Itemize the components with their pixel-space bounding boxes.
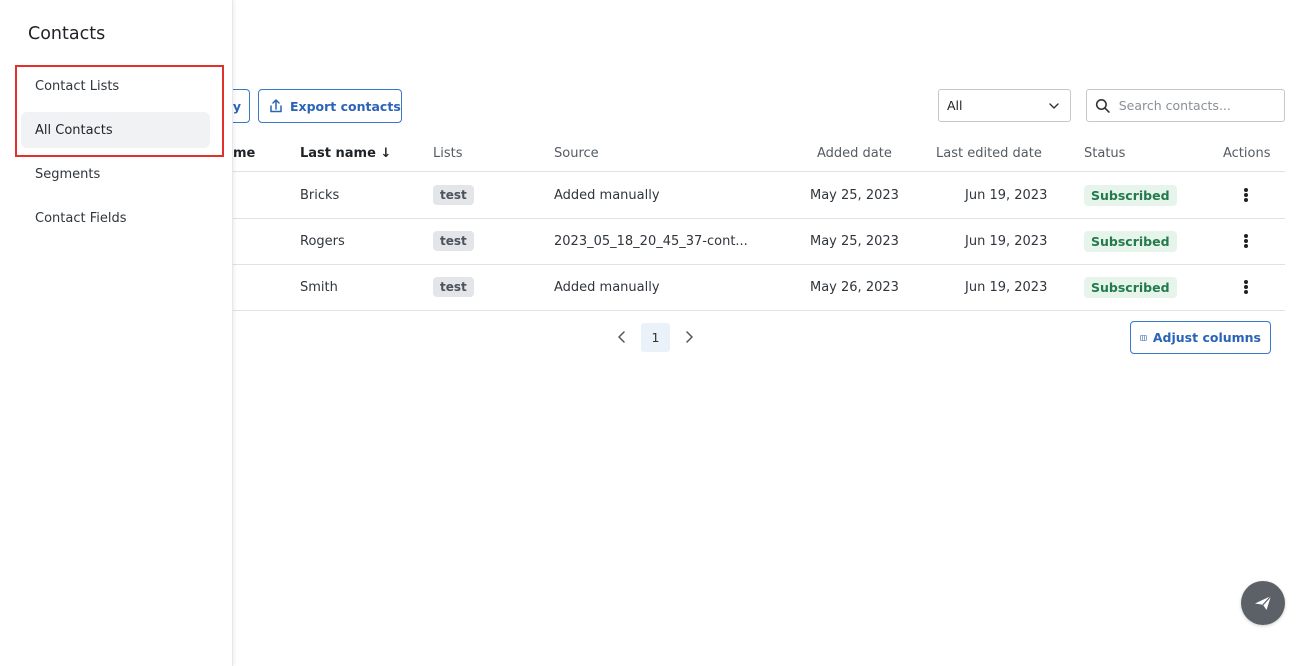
search-box[interactable] bbox=[1086, 89, 1285, 122]
cell-added-date: May 25, 2023 bbox=[810, 234, 899, 249]
cell-edited-date: Jun 19, 2023 bbox=[965, 188, 1048, 203]
column-added-date[interactable]: Added date bbox=[817, 146, 892, 161]
table-row[interactable]: Rogers test 2023_05_18_20_45_37-cont... … bbox=[233, 219, 1285, 265]
columns-icon bbox=[1140, 334, 1147, 341]
pagination-page-button[interactable]: 1 bbox=[641, 323, 670, 352]
column-source[interactable]: Source bbox=[554, 146, 599, 161]
column-last-edited-date[interactable]: Last edited date bbox=[936, 146, 1042, 161]
cell-source: Added manually bbox=[554, 188, 660, 203]
drawer-item-contact-lists[interactable]: Contact Lists bbox=[21, 68, 210, 104]
table-header: me Last name ↓ Lists Source Added date L… bbox=[233, 136, 1285, 172]
sort-descending-icon: ↓ bbox=[380, 146, 392, 161]
cell-last-name: Rogers bbox=[300, 234, 345, 249]
drawer-item-contact-fields[interactable]: Contact Fields bbox=[21, 200, 210, 236]
status-badge: Subscribed bbox=[1084, 231, 1177, 252]
search-input[interactable] bbox=[1118, 98, 1276, 113]
adjust-columns-button[interactable]: Adjust columns bbox=[1130, 321, 1271, 354]
row-actions-menu-icon[interactable] bbox=[1240, 232, 1252, 250]
column-actions: Actions bbox=[1223, 146, 1271, 161]
cell-edited-date: Jun 19, 2023 bbox=[965, 234, 1048, 249]
cell-last-name: Smith bbox=[300, 280, 338, 295]
drawer-title: Contacts bbox=[28, 24, 106, 44]
export-contacts-label: Export contacts bbox=[290, 98, 401, 114]
list-tag: test bbox=[433, 231, 474, 251]
list-filter-value: All bbox=[947, 98, 963, 113]
cell-added-date: May 26, 2023 bbox=[810, 280, 899, 295]
paper-plane-icon bbox=[1255, 595, 1272, 610]
contacts-drawer: Contacts Contact Lists All Contacts Segm… bbox=[0, 0, 233, 666]
list-filter-select[interactable]: All bbox=[938, 89, 1071, 122]
cell-source: 2023_05_18_20_45_37-cont... bbox=[554, 234, 748, 249]
cell-added-date: May 25, 2023 bbox=[810, 188, 899, 203]
status-badge: Subscribed bbox=[1084, 185, 1177, 206]
chevron-left-icon[interactable] bbox=[612, 327, 632, 347]
list-tag: test bbox=[433, 277, 474, 297]
cell-source: Added manually bbox=[554, 280, 660, 295]
partial-toolbar-button-label: y bbox=[232, 98, 241, 114]
row-actions-menu-icon[interactable] bbox=[1240, 186, 1252, 204]
cell-last-name: Bricks bbox=[300, 188, 340, 203]
column-last-name-label: Last name bbox=[300, 146, 376, 161]
list-tag: test bbox=[433, 185, 474, 205]
chevron-down-icon bbox=[1049, 102, 1059, 109]
table-row[interactable]: Smith test Added manually May 26, 2023 J… bbox=[233, 265, 1285, 311]
column-first-name-partial[interactable]: me bbox=[233, 146, 255, 161]
adjust-columns-label: Adjust columns bbox=[1152, 330, 1261, 345]
search-icon bbox=[1095, 98, 1110, 113]
upload-icon bbox=[270, 99, 282, 113]
column-lists[interactable]: Lists bbox=[433, 146, 463, 161]
drawer-item-all-contacts[interactable]: All Contacts bbox=[21, 112, 210, 148]
export-contacts-button[interactable]: Export contacts bbox=[258, 89, 402, 123]
column-last-name[interactable]: Last name ↓ bbox=[300, 146, 391, 161]
table-row[interactable]: Bricks test Added manually May 25, 2023 … bbox=[233, 173, 1285, 219]
column-status[interactable]: Status bbox=[1084, 146, 1125, 161]
cell-edited-date: Jun 19, 2023 bbox=[965, 280, 1048, 295]
status-badge: Subscribed bbox=[1084, 277, 1177, 298]
drawer-item-segments[interactable]: Segments bbox=[21, 156, 210, 192]
chat-launcher-button[interactable] bbox=[1241, 581, 1285, 625]
row-actions-menu-icon[interactable] bbox=[1240, 278, 1252, 296]
chevron-right-icon[interactable] bbox=[679, 327, 699, 347]
